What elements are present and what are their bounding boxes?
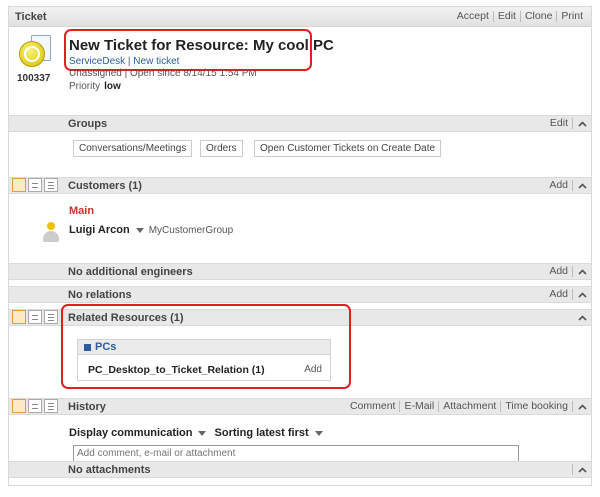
history-label: History <box>68 401 106 413</box>
view-list-icon[interactable] <box>28 178 42 192</box>
collapse-groups-chevron-up-icon[interactable] <box>572 118 587 129</box>
customer-avatar-icon <box>42 222 60 244</box>
accept-button[interactable]: Accept <box>453 11 493 22</box>
view-toggles <box>12 399 58 413</box>
engineers-add-button[interactable]: Add <box>545 266 572 277</box>
ticket-header-bar: Ticket Accept Edit Clone Print <box>9 7 591 27</box>
view-toggles <box>12 310 58 324</box>
main-customer-label: Main <box>69 205 95 217</box>
ticket-id: 100337 <box>17 73 51 84</box>
relations-add-button[interactable]: Add <box>545 289 572 300</box>
view-card-icon[interactable] <box>12 310 26 324</box>
priority-label: Priority <box>69 81 101 92</box>
view-table-icon[interactable] <box>44 178 58 192</box>
view-card-icon[interactable] <box>12 399 26 413</box>
email-button[interactable]: E-Mail <box>399 401 438 412</box>
customer-entry: Luigi Arcon MyCustomerGroup <box>69 224 233 236</box>
edit-button[interactable]: Edit <box>492 11 520 22</box>
display-filter-select[interactable]: Display communication <box>69 427 192 439</box>
resource-group-title: PCs <box>95 341 117 353</box>
group-tag[interactable]: Orders <box>200 140 243 157</box>
customer-group: MyCustomerGroup <box>148 225 234 236</box>
view-table-icon[interactable] <box>44 399 58 413</box>
ticket-category: ServiceDesk | New ticket <box>69 56 180 67</box>
time-booking-button[interactable]: Time booking <box>500 401 572 412</box>
view-list-icon[interactable] <box>28 399 42 413</box>
view-card-icon[interactable] <box>12 178 26 192</box>
clone-button[interactable]: Clone <box>519 11 556 22</box>
collapse-relations-chevron-up-icon[interactable] <box>572 289 587 300</box>
group-tag[interactable]: Open Customer Tickets on Create Date <box>254 140 442 157</box>
relations-label: No relations <box>68 289 132 301</box>
sort-dropdown-icon[interactable] <box>314 430 323 436</box>
section-groups: Groups Edit <box>9 115 591 132</box>
ticket-status: Unassigned | Open since 8/14/15 1:54 PM <box>69 68 257 79</box>
comment-button[interactable]: Comment <box>346 401 400 412</box>
print-button[interactable]: Print <box>556 11 587 22</box>
priority-value: low <box>104 81 121 92</box>
section-history: History Comment E-Mail Attachment Time b… <box>9 398 591 415</box>
customer-name[interactable]: Luigi Arcon <box>69 224 130 236</box>
ticket-panel: Ticket Accept Edit Clone Print 100337 Ne… <box>8 6 592 486</box>
resource-add-button[interactable]: Add <box>304 364 322 375</box>
ticket-title[interactable]: New Ticket for Resource: My cool PC <box>69 37 334 54</box>
comment-input[interactable] <box>73 445 519 462</box>
header-actions: Accept Edit Clone Print <box>453 11 587 22</box>
customers-add-button[interactable]: Add <box>545 180 572 191</box>
history-options: Display communication Sorting latest fir… <box>69 427 328 439</box>
collapse-attachments-chevron-up-icon[interactable] <box>572 464 587 475</box>
customers-label: Customers (1) <box>68 180 142 192</box>
collapse-resources-chevron-up-icon[interactable] <box>573 312 587 323</box>
section-attachments: No attachments <box>9 461 591 478</box>
attachments-label: No attachments <box>68 464 151 476</box>
group-tag[interactable]: Conversations/Meetings <box>73 140 193 157</box>
view-table-icon[interactable] <box>44 310 58 324</box>
sort-order-select[interactable]: Sorting latest first <box>215 427 309 439</box>
home-icon <box>84 344 91 351</box>
collapse-customers-chevron-up-icon[interactable] <box>572 180 587 191</box>
ticket-priority: Priority low <box>69 81 121 92</box>
section-customers: Customers (1) Add <box>9 177 591 194</box>
groups-edit-button[interactable]: Edit <box>546 118 572 129</box>
view-toggles <box>12 178 58 192</box>
groups-label: Groups <box>68 118 108 130</box>
customer-dropdown-icon[interactable] <box>135 227 144 233</box>
section-relations: No relations Add <box>9 286 591 303</box>
resource-group-header[interactable]: PCs <box>78 340 330 355</box>
view-list-icon[interactable] <box>28 310 42 324</box>
attachment-button[interactable]: Attachment <box>438 401 500 412</box>
resource-group-box: PCs PC_Desktop_to_Ticket_Relation (1) Ad… <box>77 339 331 381</box>
panel-title: Ticket <box>15 11 47 23</box>
section-engineers: No additional engineers Add <box>9 263 591 280</box>
collapse-history-chevron-up-icon[interactable] <box>572 401 587 412</box>
engineers-label: No additional engineers <box>68 266 193 278</box>
ticket-icon <box>19 35 53 69</box>
collapse-engineers-chevron-up-icon[interactable] <box>572 266 587 277</box>
resource-relation-name[interactable]: PC_Desktop_to_Ticket_Relation (1) <box>88 364 265 376</box>
display-dropdown-icon[interactable] <box>198 430 207 436</box>
